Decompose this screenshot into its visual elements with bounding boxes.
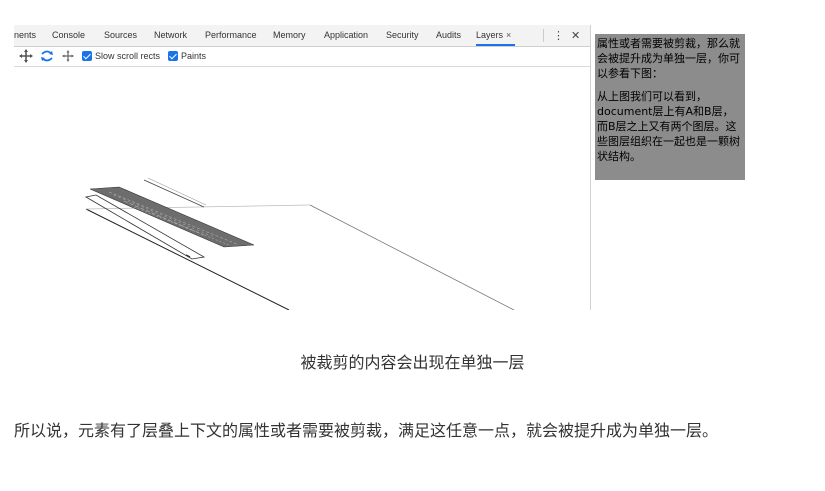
tab-console[interactable]: Console: [52, 25, 85, 46]
layer-top-edge: [147, 177, 207, 206]
layers-toolbar: Slow scroll rects Paints: [14, 47, 590, 67]
tab-security[interactable]: Security: [386, 25, 419, 46]
more-options-icon[interactable]: ⋮: [553, 25, 564, 46]
paints-checkbox[interactable]: [168, 51, 178, 61]
tab-layers-label: Layers: [476, 30, 504, 40]
panel-paragraph: 从上图我们可以看到，document层上有A和B层，而B层之上又有两个图层。这些…: [597, 90, 740, 163]
tab-memory[interactable]: Memory: [273, 25, 306, 46]
paints-label: Paints: [181, 51, 207, 61]
body-paragraph: 所以说，元素有了层叠上下文的属性或者需要被剪裁，满足这任意一点，就会被提升成为单…: [14, 421, 719, 440]
tab-sources[interactable]: Sources: [104, 25, 137, 46]
devtools-tab-bar: nents Console Sources Network Performanc…: [14, 25, 590, 47]
layer-edge: [185, 254, 191, 258]
tab-application[interactable]: Application: [324, 25, 368, 46]
pan-icon[interactable]: [18, 48, 34, 64]
figure-caption: 被裁剪的内容会出现在单独一层: [300, 353, 525, 372]
slow-scroll-rects-label: Slow scroll rects: [95, 51, 161, 61]
devtools-screenshot: nents Console Sources Network Performanc…: [14, 25, 745, 310]
layers-3d-viewport[interactable]: [14, 67, 590, 310]
tab-elements[interactable]: nents: [14, 25, 36, 46]
tab-close-icon[interactable]: ×: [506, 30, 511, 40]
layer-document-edge: [309, 204, 515, 310]
layer-content-panel: 属性或者需要被剪裁，那么就会被提升成为单独一层，你可以参看下图： 从上图我们可以…: [595, 34, 745, 180]
tab-audits[interactable]: Audits: [436, 25, 461, 46]
devtools-window: nents Console Sources Network Performanc…: [14, 25, 591, 310]
tab-network[interactable]: Network: [154, 25, 187, 46]
rotate-icon[interactable]: [39, 48, 55, 64]
tab-layers[interactable]: Layers ×: [476, 25, 516, 46]
tab-performance[interactable]: Performance: [205, 25, 257, 46]
slow-scroll-rects-checkbox[interactable]: [82, 51, 92, 61]
layer-b-plate: [89, 186, 255, 248]
tab-divider: [543, 29, 544, 42]
panel-paragraph: 属性或者需要被剪裁，那么就会被提升成为单独一层，你可以参看下图：: [597, 37, 740, 80]
move-icon[interactable]: [60, 48, 76, 64]
close-devtools-icon[interactable]: ✕: [571, 25, 580, 46]
